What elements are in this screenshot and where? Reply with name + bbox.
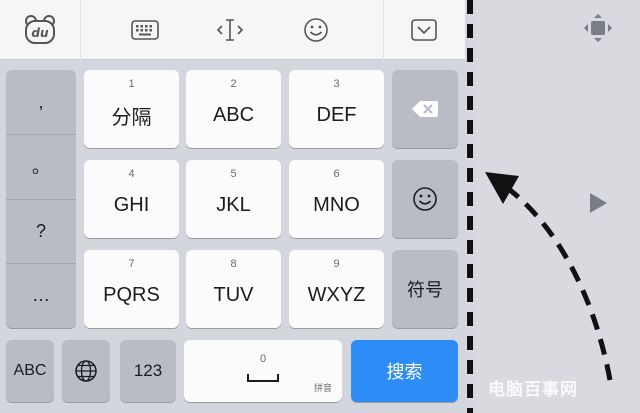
key-number: 7 xyxy=(128,258,135,270)
punct-ellipsis[interactable]: … xyxy=(6,263,76,327)
abc-switch-button[interactable]: ABC xyxy=(6,340,54,402)
symbols-button[interactable]: 符号 xyxy=(392,250,458,328)
space-hint: 拼音 xyxy=(313,383,332,393)
keyboard-switch-button[interactable] xyxy=(115,0,175,60)
space-button[interactable]: 0 拼音 xyxy=(184,340,342,402)
punct-comma[interactable]: , xyxy=(6,70,76,134)
key-label: PQRS xyxy=(103,283,160,306)
space-number: 0 xyxy=(259,353,267,365)
du-logo-button[interactable]: du xyxy=(0,0,80,60)
punct-question[interactable]: ? xyxy=(6,199,76,263)
globe-icon xyxy=(75,360,97,382)
key-number: 6 xyxy=(333,168,340,180)
key-number: 9 xyxy=(333,258,340,270)
space-bar-icon xyxy=(247,374,279,382)
key-6-mno[interactable]: 6 MNO xyxy=(289,160,384,238)
keyboard: du , 。 ? … 1 分隔 2 ABC 3 DEF 4 GHI 5 JKL … xyxy=(0,0,465,413)
key-number: 2 xyxy=(230,78,237,90)
key-label: GHI xyxy=(113,193,150,216)
watermark-text: 电脑百事网 xyxy=(488,380,578,399)
language-globe-button[interactable] xyxy=(62,340,110,402)
du-logo-icon: du xyxy=(25,15,55,44)
key-7-pqrs[interactable]: 7 PQRS xyxy=(84,250,179,328)
key-4-ghi[interactable]: 4 GHI xyxy=(84,160,179,238)
number-switch-button[interactable]: 123 xyxy=(120,340,176,402)
drag-hint-arrow xyxy=(485,172,613,381)
punct-period[interactable]: 。 xyxy=(6,134,76,198)
key-label: ABC xyxy=(212,103,255,126)
search-button[interactable]: 搜索 xyxy=(351,340,458,402)
backspace-icon xyxy=(412,101,438,117)
toolbar-divider xyxy=(80,0,81,60)
backspace-button[interactable] xyxy=(392,70,458,148)
collapse-keyboard-button[interactable] xyxy=(384,0,464,60)
cursor-move-icon xyxy=(216,19,244,41)
keyboard-icon xyxy=(131,20,159,40)
keyboard-toolbar: du xyxy=(0,0,465,60)
punctuation-list[interactable]: , 。 ? … xyxy=(6,70,76,328)
emoji-icon xyxy=(304,18,328,42)
key-number: 5 xyxy=(230,168,237,180)
key-label: TUV xyxy=(213,283,254,306)
dashed-divider-line xyxy=(467,0,473,413)
key-2-abc[interactable]: 2 ABC xyxy=(186,70,281,148)
key-label: MNO xyxy=(313,193,360,216)
key-number: 4 xyxy=(128,168,135,180)
key-1-separator[interactable]: 1 分隔 xyxy=(84,70,179,148)
right-pane xyxy=(475,0,640,413)
key-8-tuv[interactable]: 8 TUV xyxy=(186,250,281,328)
cursor-move-button[interactable] xyxy=(200,0,260,60)
key-5-jkl[interactable]: 5 JKL xyxy=(186,160,281,238)
key-label: WXYZ xyxy=(307,283,366,306)
key-number: 1 xyxy=(128,78,135,90)
key-label: 分隔 xyxy=(111,106,152,129)
symbols-label: 符号 xyxy=(407,280,443,300)
svg-text:du: du xyxy=(31,26,49,40)
key-label: JKL xyxy=(216,193,251,216)
key-number: 8 xyxy=(230,258,237,270)
collapse-keyboard-icon xyxy=(411,19,437,41)
key-3-def[interactable]: 3 DEF xyxy=(289,70,384,148)
emoji-icon xyxy=(413,187,437,211)
emoji-toolbar-button[interactable] xyxy=(286,0,346,60)
emoji-key-button[interactable] xyxy=(392,160,458,238)
key-label: DEF xyxy=(316,103,357,126)
key-9-wxyz[interactable]: 9 WXYZ xyxy=(289,250,384,328)
key-number: 3 xyxy=(333,78,340,90)
